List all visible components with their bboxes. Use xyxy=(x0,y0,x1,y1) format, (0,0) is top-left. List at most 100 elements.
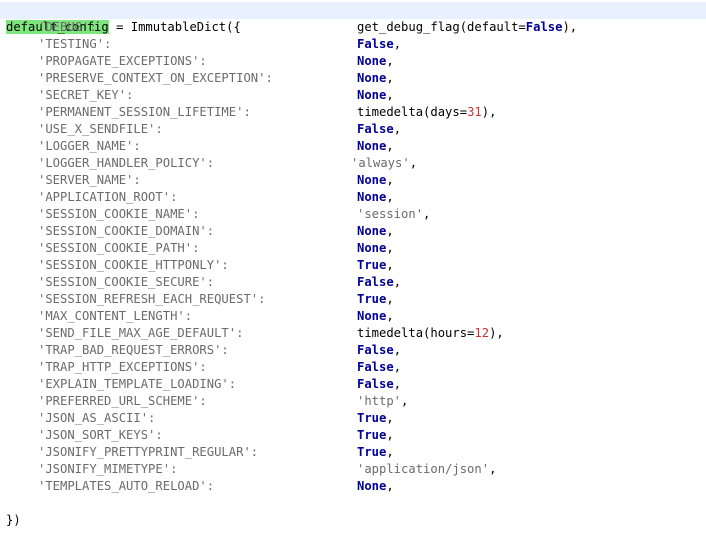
config-entry-line[interactable]: 'TEMPLATES_AUTO_RELOAD': None, xyxy=(0,478,706,495)
config-key: 'LOGGER_HANDLER_POLICY': xyxy=(38,156,215,170)
config-value: True, xyxy=(357,257,394,274)
config-entry-line[interactable]: 'JSONIFY_MIMETYPE': 'application/json', xyxy=(0,461,706,478)
config-key: 'EXPLAIN_TEMPLATE_LOADING': xyxy=(38,377,237,391)
config-entry-line[interactable]: 'EXPLAIN_TEMPLATE_LOADING': False, xyxy=(0,376,706,393)
value-token-punc: , xyxy=(386,139,394,153)
config-value: None, xyxy=(357,53,394,70)
config-entry-line[interactable]: 'APPLICATION_ROOT': None, xyxy=(0,189,706,206)
value-token-str: 'http' xyxy=(357,394,402,408)
config-value: None, xyxy=(357,240,394,257)
value-token-punc: , xyxy=(393,37,402,51)
value-token-str: 'session' xyxy=(357,207,424,221)
value-token-const: None xyxy=(357,479,387,493)
config-value: None, xyxy=(357,189,394,206)
config-value: 'application/json', xyxy=(357,461,496,478)
config-key: 'JSON_SORT_KEYS': xyxy=(38,428,163,442)
value-token-punc: , xyxy=(386,71,394,85)
code-line-footer[interactable]: }) xyxy=(0,495,706,527)
config-entry-line[interactable]: 'USE_X_SENDFILE': False, xyxy=(0,121,706,138)
config-entry-line[interactable]: 'SESSION_COOKIE_SECURE': False, xyxy=(0,274,706,291)
value-token-const: False xyxy=(357,360,394,374)
value-token-call: timedelta(days= xyxy=(357,105,468,119)
config-entry-line[interactable]: 'SECRET_KEY': None, xyxy=(0,87,706,104)
config-entry-line[interactable]: 'SESSION_COOKIE_DOMAIN': None, xyxy=(0,223,706,240)
config-key: 'SESSION_REFRESH_EACH_REQUEST': xyxy=(38,292,266,306)
config-entries: 'DEBUG': get_debug_flag(default=False), 'T… xyxy=(0,19,706,495)
config-value: timedelta(days=31), xyxy=(357,104,496,121)
config-value: False, xyxy=(357,274,401,291)
value-token-punc: , xyxy=(386,292,394,306)
config-key: 'DEBUG': xyxy=(38,20,97,34)
config-key: 'JSONIFY_MIMETYPE': xyxy=(38,462,178,476)
value-token-punc: ), xyxy=(562,20,578,34)
config-value: None, xyxy=(357,478,394,495)
config-entry-line[interactable]: 'JSONIFY_PRETTYPRINT_REGULAR': True, xyxy=(0,444,706,461)
value-token-punc: , xyxy=(386,428,394,442)
value-token-punc: , xyxy=(489,462,497,476)
config-key: 'SECRET_KEY': xyxy=(38,88,134,102)
config-entry-line[interactable]: 'PERMANENT_SESSION_LIFETIME': timedelta(d… xyxy=(0,104,706,121)
value-token-punc: , xyxy=(393,122,402,136)
config-key: 'USE_X_SENDFILE': xyxy=(38,122,163,136)
value-token-punc: , xyxy=(386,445,394,459)
config-entry-line[interactable]: 'SESSION_REFRESH_EACH_REQUEST': True, xyxy=(0,291,706,308)
config-key: 'SESSION_COOKIE_HTTPONLY': xyxy=(38,258,229,272)
code-editor[interactable]: default_config = ImmutableDict({ 'DEBUG'… xyxy=(0,0,706,527)
config-entry-line[interactable]: 'PROPAGATE_EXCEPTIONS': None, xyxy=(0,53,706,70)
config-entry-line[interactable]: 'JSON_SORT_KEYS': True, xyxy=(0,427,706,444)
config-entry-line[interactable]: 'SESSION_COOKIE_NAME': 'session', xyxy=(0,206,706,223)
config-key: 'TEMPLATES_AUTO_RELOAD': xyxy=(38,479,215,493)
value-token-punc: , xyxy=(386,258,394,272)
config-entry-line[interactable]: 'SESSION_COOKIE_HTTPONLY': True, xyxy=(0,257,706,274)
config-entry-line[interactable]: 'JSON_AS_ASCII': True, xyxy=(0,410,706,427)
config-entry-line[interactable]: 'LOGGER_NAME': None, xyxy=(0,138,706,155)
config-entry-line[interactable]: 'PRESERVE_CONTEXT_ON_EXCEPTION': None, xyxy=(0,70,706,87)
config-value: False, xyxy=(357,36,401,53)
value-token-const: False xyxy=(357,275,394,289)
value-token-str: 'always' xyxy=(351,156,410,170)
value-token-punc: , xyxy=(386,309,394,323)
value-token-const: None xyxy=(357,71,387,85)
config-key: 'PREFERRED_URL_SCHEME': xyxy=(38,394,207,408)
config-entry-line[interactable]: 'SEND_FILE_MAX_AGE_DEFAULT': timedelta(ho… xyxy=(0,325,706,342)
value-token-const: False xyxy=(357,377,394,391)
value-token-num: 31 xyxy=(467,105,482,119)
value-token-punc: , xyxy=(409,156,418,170)
code-line-header[interactable]: default_config = ImmutableDict({ xyxy=(0,2,706,34)
config-key: 'SESSION_COOKIE_NAME': xyxy=(38,207,200,221)
value-token-punc: , xyxy=(386,173,394,187)
value-token-const: None xyxy=(357,88,387,102)
config-key: 'TRAP_HTTP_EXCEPTIONS': xyxy=(38,360,207,374)
value-token-punc: ), xyxy=(489,326,504,340)
config-value: False, xyxy=(357,342,401,359)
config-key: 'SESSION_COOKIE_DOMAIN': xyxy=(38,224,215,238)
value-token-punc: , xyxy=(393,343,402,357)
config-entry-line[interactable]: 'SERVER_NAME': None, xyxy=(0,172,706,189)
config-entry-line[interactable]: 'PREFERRED_URL_SCHEME': 'http', xyxy=(0,393,706,410)
config-value: True, xyxy=(357,410,394,427)
value-token-const: None xyxy=(357,224,387,238)
value-token-const: True xyxy=(357,411,387,425)
config-entry-line[interactable]: 'MAX_CONTENT_LENGTH': None, xyxy=(0,308,706,325)
value-token-const: False xyxy=(357,37,394,51)
value-token-const: False xyxy=(525,20,563,34)
config-entry-line[interactable]: 'TRAP_BAD_REQUEST_ERRORS': False, xyxy=(0,342,706,359)
value-token-const: None xyxy=(357,241,387,255)
value-token-punc: , xyxy=(386,241,394,255)
config-key: 'SEND_FILE_MAX_AGE_DEFAULT': xyxy=(38,326,244,340)
config-entry-line[interactable]: 'SESSION_COOKIE_PATH': None, xyxy=(0,240,706,257)
config-value: True, xyxy=(357,427,394,444)
config-entry-line[interactable]: 'LOGGER_HANDLER_POLICY': 'always', xyxy=(0,155,706,172)
value-token-str: 'application/json' xyxy=(357,462,490,476)
value-token-punc: , xyxy=(401,394,409,408)
config-value: None, xyxy=(357,172,394,189)
config-key: 'SESSION_COOKIE_PATH': xyxy=(38,241,200,255)
value-token-punc: ), xyxy=(481,105,497,119)
value-token-const: None xyxy=(357,54,387,68)
config-value: False, xyxy=(357,376,401,393)
config-entry-line[interactable]: 'TESTING': False, xyxy=(0,36,706,53)
config-entry-line[interactable]: 'DEBUG': get_debug_flag(default=False), xyxy=(0,19,706,36)
config-key: 'TRAP_BAD_REQUEST_ERRORS': xyxy=(38,343,229,357)
config-entry-line[interactable]: 'TRAP_HTTP_EXCEPTIONS': False, xyxy=(0,359,706,376)
config-value: get_debug_flag(default=False), xyxy=(357,19,577,36)
